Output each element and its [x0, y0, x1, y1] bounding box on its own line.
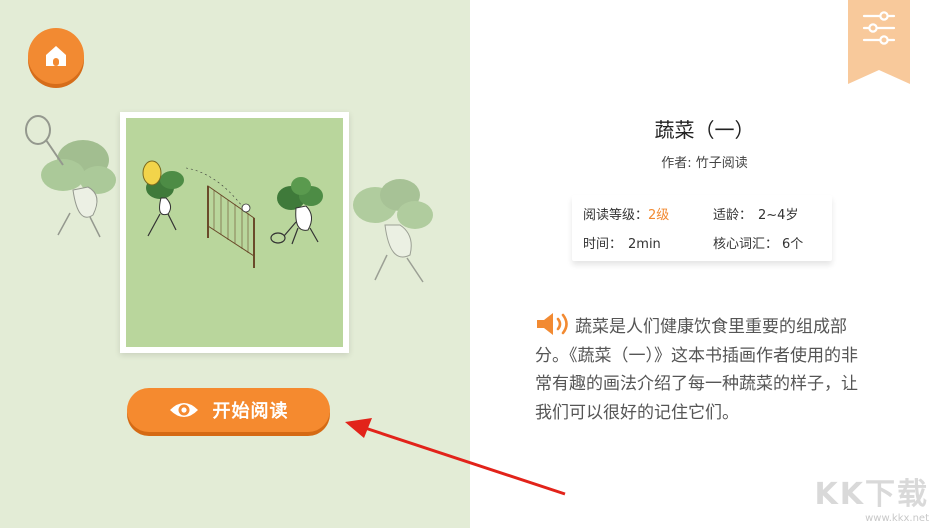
age-label: 适龄： [713, 208, 753, 223]
eye-icon [169, 403, 198, 417]
book-cover-illustration [126, 118, 343, 347]
book-title: 蔬菜（一） [654, 118, 755, 142]
watermark: KK下载 www.kkx.net [815, 469, 930, 524]
age-field: 适龄： 2~4岁 [713, 204, 798, 223]
vocabulary-label: 核心词汇： [713, 237, 779, 252]
home-button[interactable] [28, 28, 84, 84]
time-value: 2min [628, 237, 661, 252]
start-reading-label: 开始阅读 [212, 401, 289, 422]
reading-level-label: 阅读等级： [583, 208, 649, 223]
start-reading-button[interactable]: 开始阅读 [127, 388, 330, 432]
left-pane: 开始阅读 [0, 0, 470, 528]
reading-level-value: 2级 [648, 208, 670, 223]
book-description-text: 蔬菜是人们健康饮食里重要的组成部分。《蔬菜（一）》这本书插画作者使用的非常有趣的… [535, 317, 858, 423]
book-info-card: 阅读等级：2级 适龄： 2~4岁 时间： 2min 核心词汇： 6个 [572, 195, 832, 261]
time-label: 时间： [583, 237, 623, 252]
settings-sliders-icon [862, 11, 896, 45]
watermark-url: www.kkx.net [865, 513, 929, 524]
home-icon [46, 46, 66, 66]
reading-level-field: 阅读等级：2级 [583, 204, 669, 223]
book-description: 蔬菜是人们健康饮食里重要的组成部分。《蔬菜（一）》这本书插画作者使用的非常有趣的… [535, 312, 865, 427]
vocabulary-field: 核心词汇： 6个 [713, 233, 803, 252]
watermark-brand: KK下载 [814, 477, 929, 512]
book-cover[interactable] [120, 112, 349, 353]
settings-button[interactable] [848, 0, 910, 84]
age-value: 2~4岁 [758, 208, 799, 223]
vocabulary-value: 6个 [782, 237, 804, 252]
book-author: 作者: 竹子阅读 [661, 156, 748, 171]
speaker-icon[interactable] [535, 312, 575, 336]
time-field: 时间： 2min [583, 233, 661, 252]
background-vegetable-illustration-left [25, 115, 116, 238]
background-vegetable-illustration-right [353, 179, 433, 283]
